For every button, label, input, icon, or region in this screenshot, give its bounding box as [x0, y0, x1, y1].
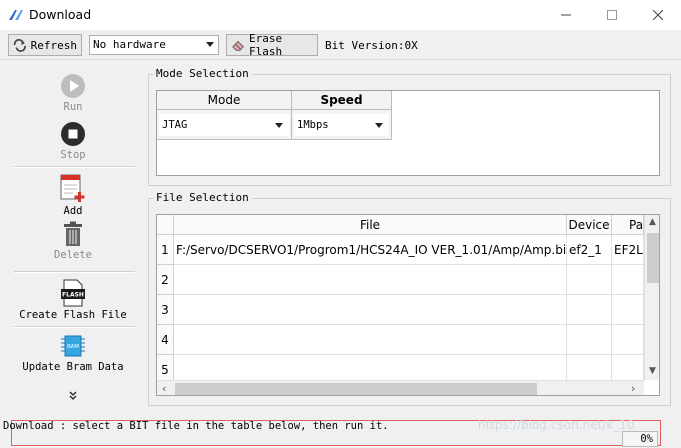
speed-cell: 1Mbps — [292, 110, 392, 140]
toolbar: Refresh No hardware Erase Flash Bit Vers… — [0, 30, 681, 60]
double-chevron-down-icon — [69, 391, 77, 400]
sidebar-divider — [14, 326, 135, 328]
table-row-file[interactable]: F:/Servo/DCSERVO1/Progrom1/HCS24A_IO VER… — [174, 235, 567, 265]
ram-icon-text: RAM — [67, 344, 79, 350]
table-row-device[interactable] — [567, 265, 612, 295]
table-corner — [157, 215, 174, 235]
mode-header: Mode — [157, 91, 292, 110]
bit-version-label: Bit Version:0X — [325, 39, 418, 52]
table-row-device[interactable] — [567, 325, 612, 355]
eraser-icon — [232, 40, 244, 51]
scroll-right-icon[interactable]: › — [631, 382, 635, 395]
file-column-header[interactable]: File — [174, 215, 567, 235]
table-row-file[interactable] — [174, 295, 567, 325]
table-row-pa[interactable] — [612, 295, 644, 325]
stop-icon — [61, 122, 85, 146]
add-label: Add — [63, 205, 83, 217]
create-flash-file-label: Create Flash File — [19, 309, 127, 321]
erase-flash-label: Erase Flash — [249, 32, 283, 58]
table-row-file[interactable] — [174, 325, 567, 355]
refresh-icon — [13, 39, 26, 52]
speed-combobox[interactable]: 1Mbps — [294, 114, 389, 136]
row-number[interactable]: 2 — [157, 265, 174, 295]
minimize-icon — [561, 14, 571, 16]
run-label: Run — [63, 101, 83, 113]
mode-selection-title: Mode Selection — [153, 67, 252, 80]
horizontal-scrollbar[interactable]: ‹ › — [157, 380, 644, 395]
title-bar: Download — [0, 0, 681, 30]
horizontal-scroll-thumb[interactable] — [175, 383, 537, 395]
mode-cell: JTAG — [157, 110, 292, 140]
hardware-select-value: No hardware — [93, 38, 166, 51]
vertical-scroll-thumb[interactable] — [647, 233, 659, 283]
sidebar-divider — [14, 271, 135, 273]
scroll-down-icon[interactable]: ▼ — [649, 366, 656, 376]
row-number[interactable]: 4 — [157, 325, 174, 355]
add-file-icon — [60, 174, 85, 202]
stop-button[interactable]: Stop — [0, 121, 146, 161]
table-row-device[interactable] — [567, 295, 612, 325]
refresh-button[interactable]: Refresh — [8, 34, 82, 56]
chevron-down-icon — [375, 123, 383, 128]
close-icon — [653, 10, 663, 20]
hardware-select[interactable]: No hardware — [89, 35, 219, 55]
window-title: Download — [29, 7, 92, 22]
file-selection-title: File Selection — [153, 191, 252, 204]
app-logo-icon — [9, 10, 23, 20]
update-bram-data-label: Update Bram Data — [22, 361, 124, 373]
row-number[interactable]: 1 — [157, 235, 174, 265]
maximize-icon — [607, 10, 617, 20]
table-row-file[interactable] — [174, 265, 567, 295]
mode-table: Mode Speed JTAG 1Mbps — [156, 90, 660, 176]
mode-combobox[interactable]: JTAG — [159, 114, 289, 136]
table-row-pa[interactable] — [612, 265, 644, 295]
maximize-button[interactable] — [589, 0, 635, 30]
table-row-device[interactable]: ef2_1 — [567, 235, 612, 265]
left-panel: Run Stop Add Delete FLASH Create Flash F… — [0, 61, 146, 416]
play-icon — [61, 74, 85, 98]
vertical-scrollbar[interactable]: ▲ ▼ — [644, 215, 659, 380]
scroll-up-icon[interactable]: ▲ — [649, 217, 656, 227]
table-row-pa[interactable] — [612, 325, 644, 355]
scroll-left-icon[interactable]: ‹ — [162, 382, 166, 395]
expand-more-button[interactable] — [0, 391, 146, 401]
file-table: File Device Pa 1 F:/Servo/DCSERVO1/Progr… — [156, 214, 660, 396]
flash-file-icon: FLASH — [61, 279, 85, 307]
status-message: Download : select a BIT file in the tabl… — [3, 420, 389, 432]
speed-combobox-value: 1Mbps — [297, 119, 329, 131]
watermark-text: https://blog.csdn.net/k_10 — [478, 418, 635, 432]
table-row-pa[interactable]: EF2L1 — [612, 235, 644, 265]
delete-label: Delete — [54, 249, 92, 261]
trash-icon — [64, 221, 82, 246]
device-column-header[interactable]: Device — [567, 215, 612, 235]
row-number[interactable]: 3 — [157, 295, 174, 325]
speed-header: Speed — [292, 91, 392, 110]
update-bram-data-button[interactable]: RAM Update Bram Data — [0, 333, 146, 373]
close-button[interactable] — [635, 0, 681, 30]
run-button[interactable]: Run — [0, 73, 146, 113]
erase-flash-button[interactable]: Erase Flash — [226, 32, 318, 58]
create-flash-file-button[interactable]: FLASH Create Flash File — [0, 279, 146, 321]
stop-label: Stop — [60, 149, 86, 161]
delete-button[interactable]: Delete — [0, 221, 146, 261]
sidebar-divider — [14, 166, 135, 168]
chevron-down-icon — [275, 123, 283, 128]
chevron-down-icon — [206, 42, 214, 47]
flash-icon-text: FLASH — [62, 292, 84, 299]
refresh-label: Refresh — [30, 38, 77, 52]
mode-combobox-value: JTAG — [162, 119, 188, 131]
progress-percent: 0% — [622, 431, 658, 447]
minimize-button[interactable] — [543, 0, 589, 30]
pa-column-header[interactable]: Pa — [612, 215, 644, 235]
add-button[interactable]: Add — [0, 173, 146, 217]
ram-chip-icon: RAM — [61, 335, 85, 357]
